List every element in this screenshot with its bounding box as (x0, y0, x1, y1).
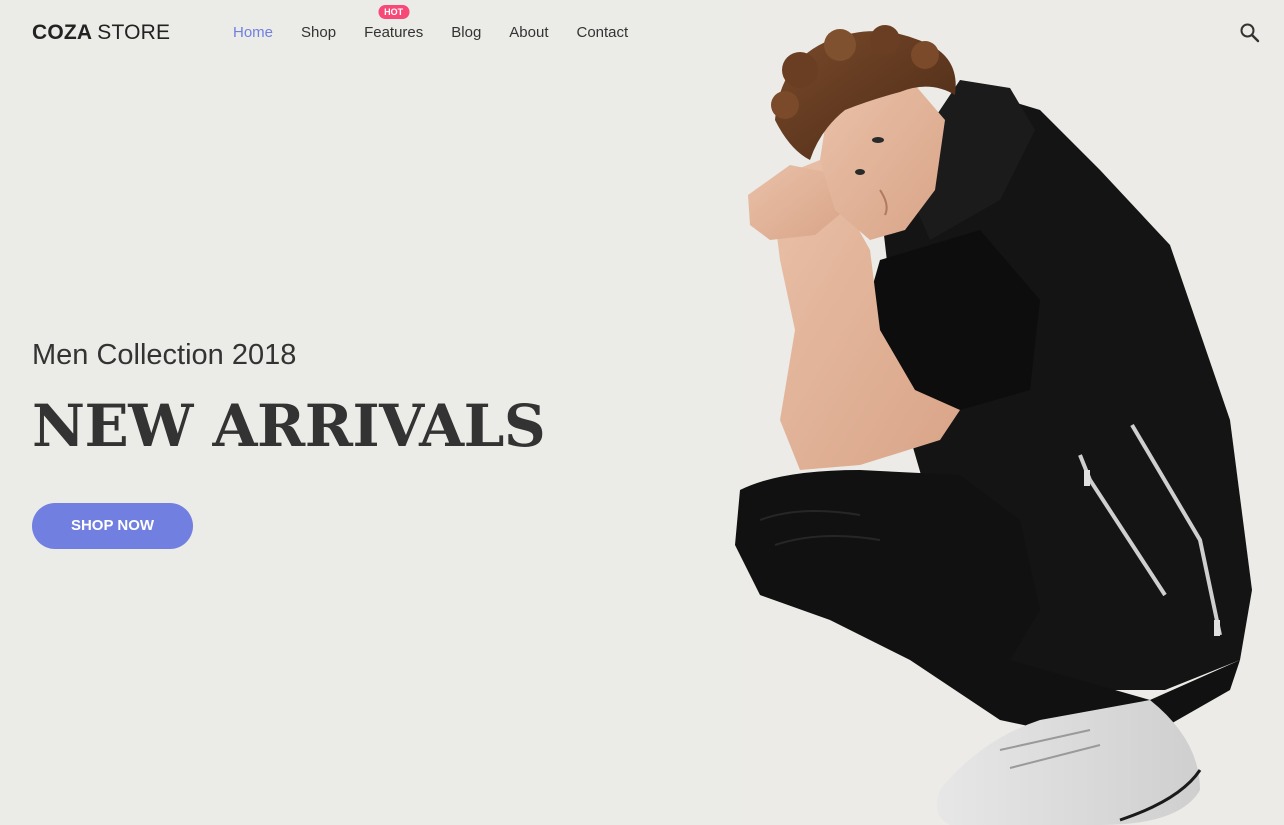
nav-item-about[interactable]: About (509, 24, 548, 41)
hot-badge: HOT (378, 5, 410, 19)
shop-now-button[interactable]: SHOP NOW (32, 503, 193, 549)
nav-item-features-label: Features (364, 24, 424, 41)
main-nav: Home Shop Features HOT Blog About Contac… (233, 5, 629, 41)
nav-item-home[interactable]: Home (233, 24, 273, 41)
logo-bold-text: COZA (32, 21, 93, 44)
header: COZA STORE Home Shop Features HOT Blog Ab… (0, 0, 1284, 66)
page: COZA STORE Home Shop Features HOT Blog Ab… (0, 0, 1284, 825)
hero-title: NEW ARRIVALS (32, 392, 546, 460)
search-icon (1240, 23, 1260, 43)
hero-model-image (735, 0, 1284, 825)
logo-light-text: STORE (97, 21, 171, 44)
nav-item-contact[interactable]: Contact (577, 24, 629, 41)
search-button[interactable] (1238, 21, 1262, 45)
nav-item-blog[interactable]: Blog (451, 24, 481, 41)
nav-item-shop[interactable]: Shop (301, 24, 336, 41)
nav-item-features[interactable]: Features HOT (364, 5, 424, 41)
hero-subtitle: Men Collection 2018 (32, 339, 297, 371)
logo[interactable]: COZA STORE (32, 21, 170, 45)
